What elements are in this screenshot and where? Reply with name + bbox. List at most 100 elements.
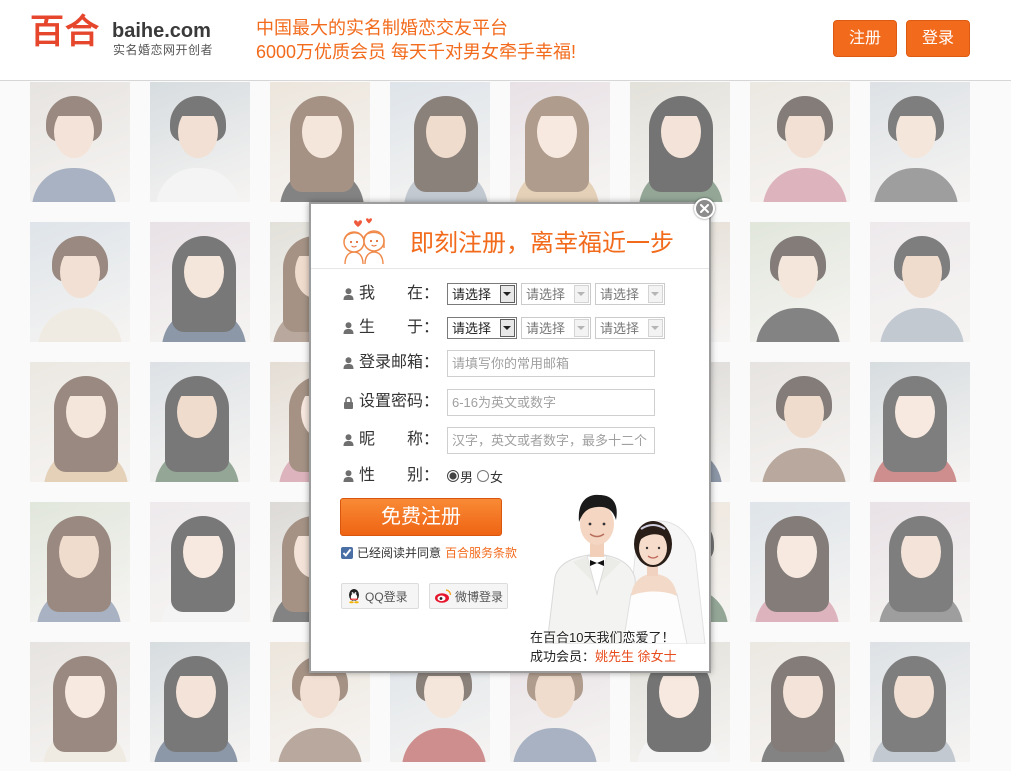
header-register-button[interactable]: 注册 (833, 20, 897, 57)
header-tagline-1: 中国最大的实名制婚恋交友平台 (256, 18, 508, 38)
qq-login-button[interactable]: QQ登录 (341, 583, 419, 609)
header-login-button[interactable]: 登录 (906, 20, 970, 57)
member-photo (30, 222, 130, 342)
member-photo (150, 82, 250, 202)
success-story-caption: 在百合10天我们恋爱了！ (530, 630, 675, 645)
birth-year-dropdown: 请选择 (447, 317, 517, 339)
logo-slogan: 实名婚恋网开创者 (113, 43, 214, 57)
member-photo (30, 642, 130, 762)
member-name[interactable]: 徐女士 (638, 649, 677, 664)
location-label: 我 在： (359, 285, 440, 302)
portrait-fringe (783, 379, 825, 396)
location-district-select[interactable]: 请选择 (595, 283, 665, 305)
email-row: 登录邮箱： (343, 349, 655, 377)
password-field[interactable] (447, 388, 655, 416)
member-photo (870, 82, 970, 202)
portrait-fringe (900, 519, 942, 536)
email-label: 登录邮箱： (359, 354, 440, 371)
member-photo (750, 502, 850, 622)
password-row: 设置密码： (343, 388, 655, 416)
portrait-fringe (176, 379, 218, 396)
portrait-fringe (425, 99, 467, 116)
success-story-members: 成功会员：姚先生 徐女士 (530, 647, 677, 667)
member-photo (870, 502, 970, 622)
gender-label: 性 别： (359, 467, 440, 484)
portrait-fringe (182, 519, 224, 536)
portrait-fringe (175, 659, 217, 676)
portrait-body (763, 168, 847, 202)
location-row: 我 在： 请选择 请选择 请选择 (343, 280, 669, 308)
nickname-label: 昵 称： (359, 431, 440, 448)
location-district-dropdown: 请选择 (595, 283, 665, 305)
weibo-login-label: 微博登录 (455, 589, 504, 604)
portrait-fringe (64, 659, 106, 676)
close-button[interactable] (694, 198, 715, 219)
qq-login-label: QQ登录 (365, 589, 408, 604)
member-photo (750, 82, 850, 202)
member-photo (30, 502, 130, 622)
member-photo (30, 82, 130, 202)
gender-female-option[interactable]: 女 (477, 467, 503, 486)
member-photo (750, 222, 850, 342)
location-province-dropdown: 请选择 (447, 283, 517, 305)
baihe-logo[interactable]: 百合 baihe.com 实名婚恋网开创者 (0, 0, 230, 80)
portrait-fringe (893, 659, 935, 676)
member-photo (150, 222, 250, 342)
site-header: 百合 baihe.com 实名婚恋网开创者 中国最大的实名制婚恋交友平台 600… (0, 0, 1011, 81)
member-photo (750, 642, 850, 762)
member-photo (870, 362, 970, 482)
portrait-body (32, 168, 116, 202)
gender-female-radio[interactable] (477, 470, 490, 482)
agree-checkbox[interactable] (341, 547, 353, 559)
member-photo (630, 82, 730, 202)
logo-domain: baihe.com (112, 20, 211, 42)
member-photo (150, 642, 250, 762)
portrait-fringe (776, 519, 818, 536)
birth-day-select[interactable]: 请选择 (595, 317, 665, 339)
portrait-fringe (660, 99, 702, 116)
email-field[interactable] (447, 349, 655, 377)
agree-text: 已经阅读并同意 (357, 546, 442, 560)
location-city-select[interactable]: 请选择 (521, 283, 591, 305)
portrait-body (880, 308, 964, 342)
nickname-field[interactable] (447, 426, 655, 454)
weibo-login-button[interactable]: 微博登录 (429, 583, 508, 609)
nickname-row: 昵 称： (343, 426, 655, 454)
portrait-fringe (782, 659, 824, 676)
member-photo (390, 82, 490, 202)
portrait-fringe (777, 239, 819, 256)
gender-row: 性 别： 男 女 (343, 462, 507, 490)
member-name[interactable]: 姚先生 (595, 649, 634, 664)
success-couple-photo (527, 482, 707, 645)
dialog-divider (311, 268, 709, 269)
portrait-body (156, 168, 240, 202)
birth-day-dropdown: 请选择 (595, 317, 665, 339)
location-city-dropdown: 请选择 (521, 283, 591, 305)
portrait-body (402, 728, 486, 762)
terms-link[interactable]: 百合服务条款 (445, 545, 517, 561)
password-label: 设置密码： (359, 393, 440, 410)
gender-female-label: 女 (490, 469, 504, 485)
member-photo (750, 362, 850, 482)
member-photo (270, 82, 370, 202)
register-dialog: 即刻注册，离幸福近一步 我 在： 请选择 请选择 请选择 生 于： 请选择 请选… (309, 198, 715, 673)
member-photo (870, 642, 970, 762)
portrait-body (762, 448, 846, 482)
portrait-body (874, 168, 958, 202)
portrait-fringe (894, 379, 936, 396)
free-register-button[interactable]: 免费注册 (340, 498, 502, 536)
gender-male-option[interactable]: 男 (447, 467, 473, 486)
birth-month-select[interactable]: 请选择 (521, 317, 591, 339)
portrait-fringe (58, 519, 100, 536)
location-province-select[interactable]: 请选择 (447, 283, 517, 305)
member-photo (30, 362, 130, 482)
birth-label: 生 于： (359, 319, 440, 336)
weibo-icon (434, 588, 452, 604)
person-icon (343, 433, 359, 447)
gender-male-radio[interactable] (447, 470, 459, 482)
portrait-body (513, 728, 597, 762)
member-photo (510, 82, 610, 202)
portrait-fringe (177, 99, 219, 116)
birth-year-select[interactable]: 请选择 (447, 317, 517, 339)
portrait-fringe (301, 99, 343, 116)
